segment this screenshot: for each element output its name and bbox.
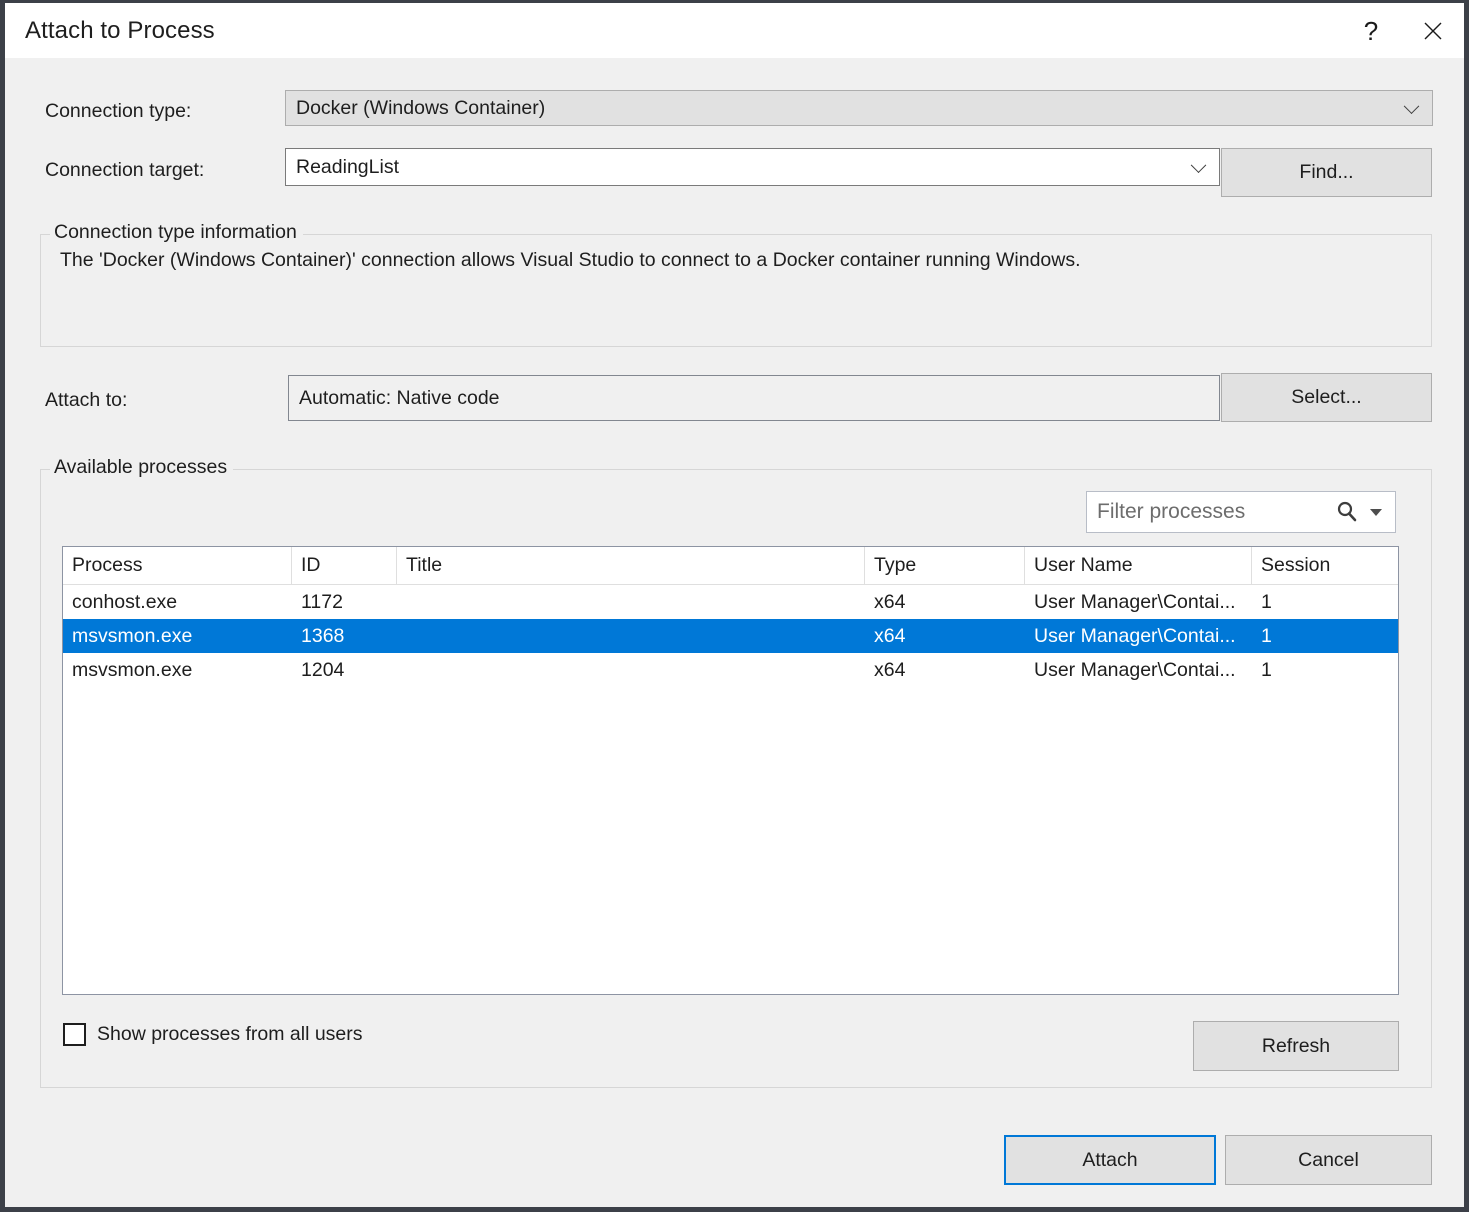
column-header-process[interactable]: Process xyxy=(63,547,292,584)
refresh-button[interactable]: Refresh xyxy=(1193,1021,1399,1071)
table-row[interactable]: msvsmon.exe1368 x64User Manager\Contai...… xyxy=(63,619,1398,653)
cell-title xyxy=(397,585,865,619)
close-button[interactable] xyxy=(1402,3,1464,58)
table-row[interactable]: msvsmon.exe1204 x64User Manager\Contai...… xyxy=(63,653,1398,687)
connection-type-information-text: The 'Docker (Windows Container)' connect… xyxy=(60,249,1081,272)
cancel-button-label: Cancel xyxy=(1298,1149,1359,1172)
cell-session: 1 xyxy=(1252,585,1397,619)
attach-to-label: Attach to: xyxy=(45,389,127,412)
cell-type: x64 xyxy=(865,653,1025,687)
close-icon xyxy=(1421,19,1445,43)
search-dropdown-caret-icon[interactable] xyxy=(1370,509,1382,516)
filter-processes-input[interactable]: Filter processes xyxy=(1086,491,1396,533)
cell-title xyxy=(397,653,865,687)
chevron-down-icon xyxy=(1192,159,1207,174)
cell-process: msvsmon.exe xyxy=(63,653,292,687)
title-bar: Attach to Process ? xyxy=(5,3,1464,58)
attach-to-value-box[interactable]: Automatic: Native code xyxy=(288,375,1220,421)
connection-target-value: ReadingList xyxy=(286,156,399,179)
connection-type-information-label: Connection type information xyxy=(50,221,303,244)
cell-type: x64 xyxy=(865,619,1025,653)
dialog-body: Connection type: Docker (Windows Contain… xyxy=(5,58,1464,1207)
column-header-title[interactable]: Title xyxy=(397,547,865,584)
attach-to-process-dialog: Attach to Process ? Connection type: Doc… xyxy=(0,0,1469,1212)
column-header-type[interactable]: Type xyxy=(865,547,1025,584)
search-icon[interactable] xyxy=(1334,499,1360,525)
filter-processes-placeholder: Filter processes xyxy=(1097,500,1334,524)
help-button[interactable]: ? xyxy=(1340,3,1402,58)
refresh-button-label: Refresh xyxy=(1262,1035,1330,1058)
process-list[interactable]: ProcessIDTitleTypeUser NameSession conho… xyxy=(62,546,1399,995)
available-processes-label: Available processes xyxy=(50,456,233,479)
select-button-label: Select... xyxy=(1291,386,1361,409)
process-list-body: conhost.exe1172 x64User Manager\Contai...… xyxy=(63,585,1398,687)
cell-id: 1172 xyxy=(292,585,397,619)
column-header-user-name[interactable]: User Name xyxy=(1025,547,1252,584)
page-title: Attach to Process xyxy=(5,17,215,45)
show-all-users-row[interactable]: Show processes from all users xyxy=(63,1023,363,1046)
table-row[interactable]: conhost.exe1172 x64User Manager\Contai...… xyxy=(63,585,1398,619)
title-bar-buttons: ? xyxy=(1340,3,1464,58)
connection-type-information-group: Connection type information The 'Docker … xyxy=(40,234,1432,347)
attach-to-value: Automatic: Native code xyxy=(299,387,500,410)
show-all-users-checkbox[interactable] xyxy=(63,1023,86,1046)
cell-type: x64 xyxy=(865,585,1025,619)
connection-target-combo[interactable]: ReadingList xyxy=(285,148,1220,186)
connection-target-label: Connection target: xyxy=(45,159,204,182)
cell-process: msvsmon.exe xyxy=(63,619,292,653)
find-button[interactable]: Find... xyxy=(1221,148,1432,197)
cell-session: 1 xyxy=(1252,653,1397,687)
connection-type-value: Docker (Windows Container) xyxy=(286,97,545,120)
attach-button-label: Attach xyxy=(1082,1149,1137,1172)
select-button[interactable]: Select... xyxy=(1221,373,1432,422)
find-button-label: Find... xyxy=(1299,161,1353,184)
connection-type-label: Connection type: xyxy=(45,100,191,123)
chevron-down-icon xyxy=(1405,100,1420,115)
cell-process: conhost.exe xyxy=(63,585,292,619)
cell-id: 1368 xyxy=(292,619,397,653)
column-header-session[interactable]: Session xyxy=(1252,547,1397,584)
help-icon: ? xyxy=(1364,18,1378,44)
cancel-button[interactable]: Cancel xyxy=(1225,1135,1432,1185)
cell-title xyxy=(397,619,865,653)
cell-id: 1204 xyxy=(292,653,397,687)
column-header-id[interactable]: ID xyxy=(292,547,397,584)
process-list-header: ProcessIDTitleTypeUser NameSession xyxy=(63,547,1398,585)
attach-button[interactable]: Attach xyxy=(1004,1135,1216,1185)
show-all-users-label: Show processes from all users xyxy=(97,1023,363,1046)
cell-session: 1 xyxy=(1252,619,1397,653)
cell-user: User Manager\Contai... xyxy=(1025,619,1252,653)
connection-type-combo[interactable]: Docker (Windows Container) xyxy=(285,90,1433,126)
cell-user: User Manager\Contai... xyxy=(1025,653,1252,687)
cell-user: User Manager\Contai... xyxy=(1025,585,1252,619)
